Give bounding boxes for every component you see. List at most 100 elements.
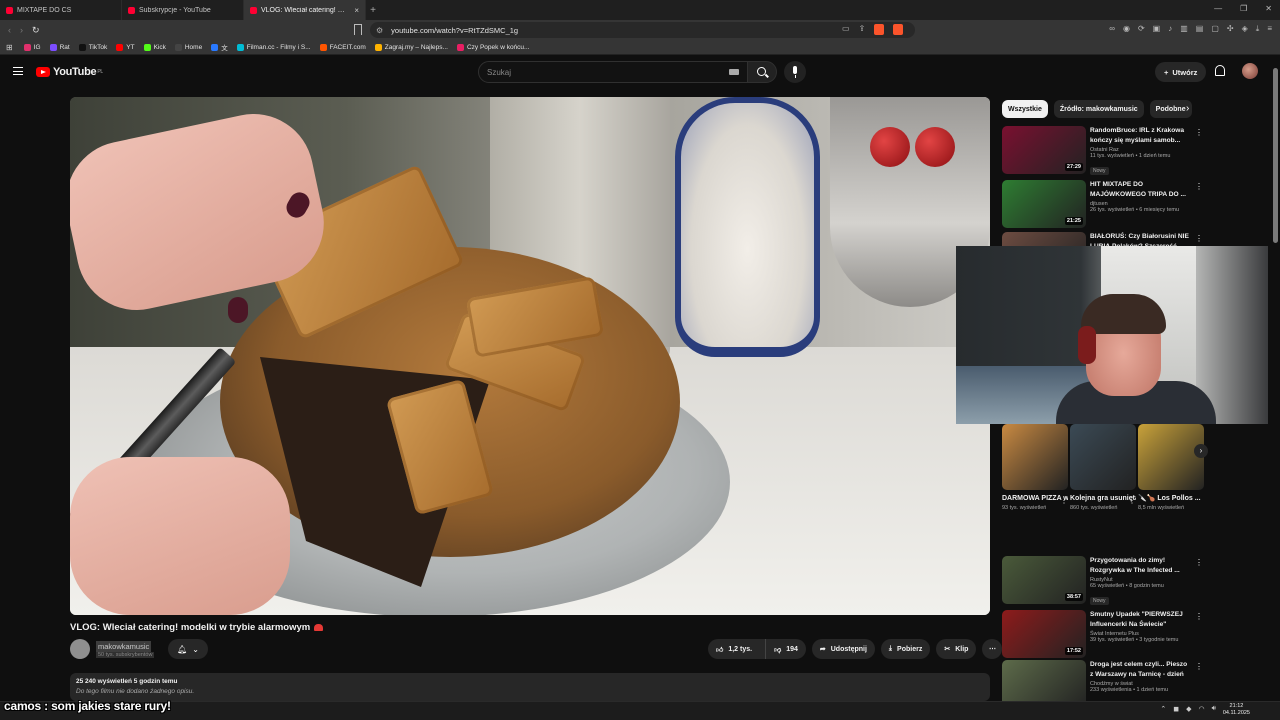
recommended-video[interactable]: BIAŁORUŚ: Czy Białorusini NIE LUBIĄ Pola… [1002, 232, 1202, 246]
video-title[interactable]: RandomBruce: IRL z Krakowa kończy się my… [1090, 126, 1190, 145]
video-thumbnail[interactable]: 21:25 [1002, 180, 1086, 228]
tray-app-icon[interactable]: ◼ [1173, 705, 1179, 713]
bookmark-item[interactable]: Rat [49, 43, 70, 51]
menu-icon[interactable]: ≡ [1267, 24, 1272, 34]
video-title[interactable]: BIAŁORUŚ: Czy Białorusini NIE LUBIĄ Pola… [1090, 232, 1190, 246]
apps-grid-icon[interactable]: ⊞ [6, 43, 13, 52]
restore-icon[interactable]: ❐ [1240, 4, 1247, 13]
extension-icon[interactable]: ⟳ [1138, 24, 1145, 34]
notifications-bell-icon[interactable] [1215, 65, 1225, 76]
more-vertical-icon[interactable]: ⋮ [1195, 558, 1203, 567]
bookmark-icon[interactable] [354, 24, 362, 35]
recommended-video[interactable]: 21:25 HIT MIXTAPE DO MAJÓWKOWEGO TRIPA D… [1002, 180, 1203, 230]
youtube-logo[interactable]: YouTube PL [36, 66, 103, 78]
extension-icon[interactable]: ◉ [1123, 24, 1130, 34]
bookmark-item[interactable]: YT [116, 43, 135, 51]
music-icon[interactable]: ♪ [1168, 24, 1172, 34]
short-title[interactable]: Kolejna gra usunięta ze... [1070, 494, 1136, 504]
search-button[interactable] [747, 61, 777, 83]
chip-all[interactable]: Wszystkie [1002, 100, 1048, 118]
more-vertical-icon[interactable]: ⋮ [1060, 496, 1068, 505]
bookmark-item[interactable]: Filman.cc - Filmy i S... [236, 43, 311, 51]
address-bar[interactable]: ⚙ youtube.com/watch?v=RtTZdSMC_1g [370, 22, 915, 38]
bookmark-item[interactable]: IG [23, 43, 41, 51]
search-input[interactable]: Szukaj [478, 61, 748, 83]
recommended-video[interactable]: 38:57 Przygotowania do zimy! Rozgrywka w… [1002, 556, 1203, 606]
share-icon[interactable]: ⇪ [859, 24, 866, 35]
cast-icon[interactable]: ▭ [842, 24, 850, 35]
close-tab-icon[interactable]: × [354, 6, 359, 15]
new-tab-button[interactable]: + [366, 5, 380, 16]
more-vertical-icon[interactable]: ⋮ [1195, 234, 1202, 243]
recommended-video[interactable]: Droga jest celem czyli... Pieszo z Warsz… [1002, 660, 1202, 701]
bookmark-item[interactable]: Kick [143, 43, 166, 51]
more-vertical-icon[interactable]: ⋮ [1128, 496, 1136, 505]
short-thumbnail[interactable] [1070, 424, 1136, 490]
chevron-right-icon[interactable]: › [1186, 103, 1189, 114]
scrollbar-thumb[interactable] [1273, 68, 1278, 243]
description-box[interactable]: 25 240 wyświetleń 5 godzin temu Do tego … [70, 673, 990, 701]
dislike-button[interactable]: 👎︎ 194 [765, 639, 806, 659]
brave-shields-icon[interactable] [874, 24, 885, 35]
short-item[interactable]: DARMOWA PIZZA w ... 93 tys. wyświetleń ⋮ [1002, 424, 1068, 512]
short-item[interactable]: Kolejna gra usunięta ze... 860 tys. wyśw… [1070, 424, 1136, 512]
recommended-video[interactable]: 17:52 Smutny Upadek "PIERWSZEJ Influence… [1002, 610, 1203, 660]
wallet-icon[interactable]: ▢ [1211, 24, 1219, 34]
video-title[interactable]: Smutny Upadek "PIERWSZEJ Influencerki Na… [1090, 610, 1190, 629]
short-title[interactable]: 🔪🍗 Los Pollos ... [1138, 494, 1204, 504]
bookmark-item[interactable]: FACEIT.com [319, 43, 366, 51]
tray-app-icon[interactable]: ◆ [1186, 705, 1191, 713]
reload-icon[interactable]: ↻ [32, 25, 40, 36]
chevron-right-icon[interactable]: › [1194, 444, 1208, 458]
create-button[interactable]: + Utwórz [1155, 62, 1207, 82]
more-vertical-icon[interactable]: ⋮ [1195, 612, 1203, 621]
page-scrollbar[interactable] [1273, 58, 1278, 698]
recommended-video[interactable]: 27:29 RandomBruce: IRL z Krakowa kończy … [1002, 126, 1203, 176]
more-vertical-icon[interactable]: ⋮ [1195, 128, 1203, 137]
puzzle-icon[interactable]: ✣ [1227, 24, 1234, 34]
video-thumbnail[interactable]: 17:52 [1002, 610, 1086, 658]
clip-button[interactable]: ✂ Klip [936, 639, 977, 659]
more-actions-button[interactable]: ⋯ [982, 639, 1003, 659]
subscription-bell-button[interactable]: 🔔︎ ⌄ [168, 639, 208, 659]
channel-avatar[interactable] [70, 639, 90, 659]
browser-tab-2[interactable]: Subskrypcje - YouTube [122, 0, 244, 20]
extension-icon[interactable]: ∞ [1109, 24, 1115, 34]
bookmark-item[interactable]: Zagraj.my – Najleps... [374, 43, 448, 51]
system-clock[interactable]: 21:12 04.11.2025 [1223, 703, 1250, 717]
minimize-icon[interactable]: — [1214, 4, 1222, 13]
account-avatar[interactable] [1242, 63, 1258, 79]
download-icon[interactable]: ⤓ [1256, 24, 1260, 34]
close-window-icon[interactable]: ✕ [1265, 4, 1272, 13]
more-vertical-icon[interactable]: ⋮ [1195, 182, 1203, 191]
chip-from-channel[interactable]: Źródło: makowkamusic [1053, 100, 1144, 118]
more-vertical-icon[interactable]: ⋮ [1195, 662, 1202, 671]
site-info-icon[interactable]: ⚙ [376, 26, 383, 35]
bookmark-item[interactable]: Czy Popek w końcu... [456, 43, 529, 51]
keyboard-icon[interactable] [729, 69, 739, 75]
like-button[interactable]: 👍︎ 1,2 tys. [708, 639, 760, 659]
video-thumbnail[interactable] [1002, 660, 1086, 701]
video-player[interactable] [70, 97, 990, 615]
video-title[interactable]: HIT MIXTAPE DO MAJÓWKOWEGO TRIPA DO ... [1090, 180, 1190, 199]
hamburger-menu-icon[interactable] [13, 67, 23, 75]
wifi-icon[interactable]: ◠ [1198, 705, 1204, 713]
bookmark-item[interactable]: 文 [211, 42, 228, 52]
voice-search-button[interactable] [784, 61, 806, 83]
video-thumbnail[interactable]: 27:29 [1002, 126, 1086, 174]
tabs-icon[interactable]: ▤ [1196, 24, 1204, 34]
short-thumbnail[interactable] [1002, 424, 1068, 490]
brave-rewards-icon[interactable] [893, 24, 904, 35]
volume-icon[interactable]: 🔊︎ [1212, 705, 1216, 713]
back-icon[interactable]: ‹ [8, 25, 11, 36]
vpn-icon[interactable]: ◈ [1242, 24, 1248, 34]
video-title[interactable]: Droga jest celem czyli... Pieszo z Warsz… [1090, 660, 1190, 679]
video-thumbnail[interactable]: 38:57 [1002, 556, 1086, 604]
bookmark-item[interactable]: Home [174, 43, 202, 51]
extension-icon[interactable]: ▣ [1153, 24, 1161, 34]
forward-icon[interactable]: › [20, 25, 23, 36]
short-item[interactable]: 🔪🍗 Los Pollos ... 8,5 mln wyświetleń [1138, 424, 1204, 512]
short-thumbnail[interactable] [1138, 424, 1204, 490]
browser-tab-1[interactable]: MIXTAPE DO CS [0, 0, 122, 20]
channel-name[interactable]: makowkamusic [96, 641, 152, 652]
